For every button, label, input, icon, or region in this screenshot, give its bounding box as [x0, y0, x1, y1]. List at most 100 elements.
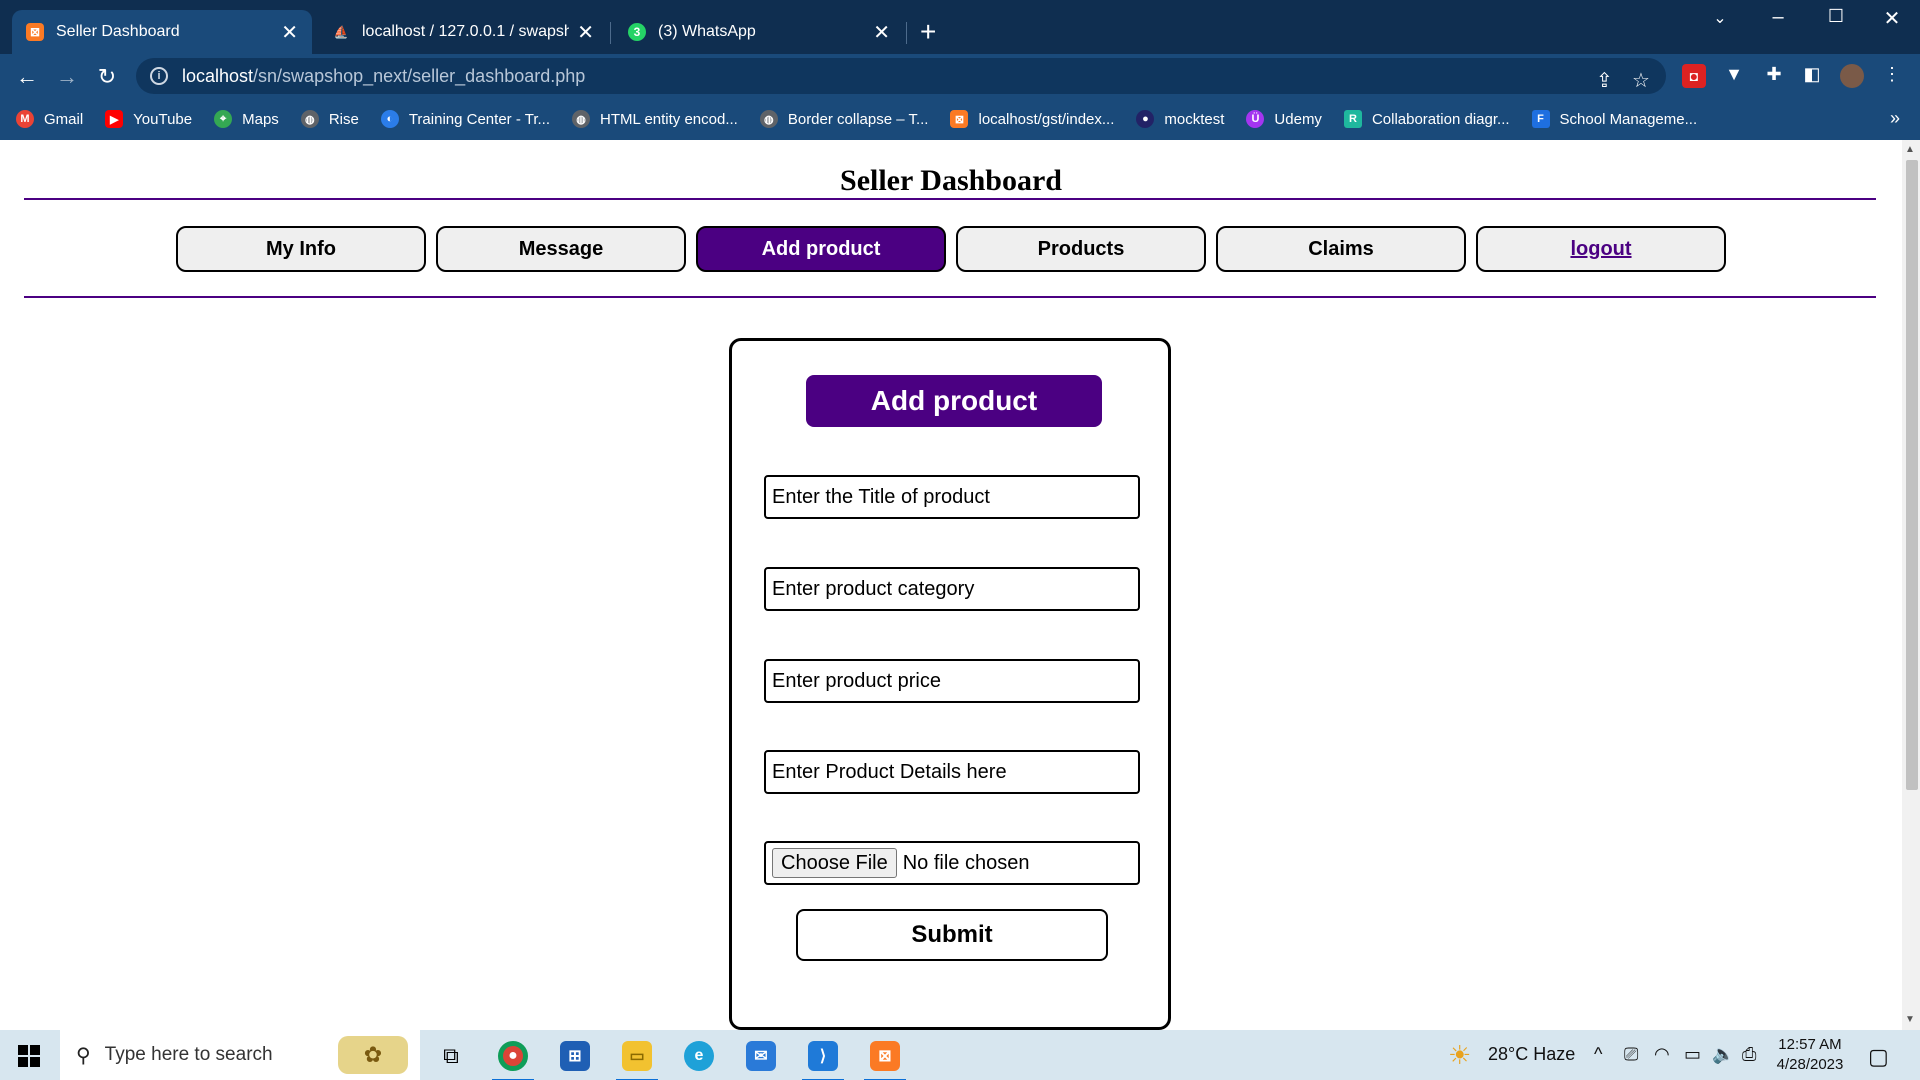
tab-seller-dashboard[interactable]: ⊠ Seller Dashboard ✕ — [12, 10, 312, 54]
nav-products-button[interactable]: Products — [956, 226, 1206, 272]
bookmark-label: Maps — [242, 110, 279, 128]
bookmark-label: Rise — [328, 110, 359, 128]
chevron-up-icon[interactable]: ^ — [1594, 1044, 1602, 1065]
page-content: Seller Dashboard My Info Message Add pro… — [0, 140, 1902, 1030]
divider — [24, 198, 1876, 200]
logout-link[interactable]: logout — [1570, 238, 1631, 261]
bookmark-border-collapse[interactable]: ◍ Border collapse – T... — [759, 110, 929, 128]
bookmark-youtube[interactable]: ▶ YouTube — [105, 110, 192, 128]
tab-divider — [610, 22, 611, 44]
choose-file-button[interactable]: Choose File — [772, 848, 897, 878]
add-product-form: Add product Choose File No file chosen S… — [729, 338, 1171, 1030]
tab-phpmyadmin[interactable]: ⛵ localhost / 127.0.0.1 / swapshop_ ✕ — [318, 10, 608, 54]
submit-button[interactable]: Submit — [796, 909, 1108, 961]
bookmark-collaboration[interactable]: R Collaboration diagr... — [1343, 110, 1510, 128]
back-icon[interactable]: ← — [12, 64, 42, 90]
mail-taskbar-icon[interactable]: ✉ — [736, 1036, 786, 1076]
nav-add-product-button[interactable]: Add product — [696, 226, 946, 272]
taskbar-search[interactable]: ⚲ Type here to search ✿ — [60, 1030, 420, 1080]
meet-now-icon[interactable]: ⎚ — [1624, 1044, 1638, 1065]
system-clock[interactable]: 12:57 AM 4/28/2023 — [1770, 1035, 1850, 1075]
product-image-file-input: Choose File No file chosen — [764, 841, 1140, 885]
scrollbar-thumb[interactable] — [1906, 160, 1918, 790]
mcafee-extension-icon[interactable]: ◘ — [1682, 64, 1706, 88]
scroll-down-icon[interactable]: ▼ — [1905, 1014, 1915, 1025]
notification-icon[interactable]: ▢ — [1868, 1044, 1889, 1070]
product-category-input[interactable] — [764, 567, 1140, 611]
bookmark-school-management[interactable]: F School Manageme... — [1531, 110, 1697, 128]
battery-icon[interactable]: ▭ — [1684, 1044, 1701, 1065]
bookmark-training-center[interactable]: ◐ Training Center - Tr... — [380, 110, 550, 128]
product-title-input[interactable] — [764, 475, 1140, 519]
nav-my-info-button[interactable]: My Info — [176, 226, 426, 272]
bookmark-label: Collaboration diagr... — [1371, 110, 1510, 128]
tab-whatsapp[interactable]: 3 (3) WhatsApp ✕ — [614, 10, 904, 54]
clock-time: 12:57 AM — [1778, 1036, 1842, 1053]
bookmark-maps[interactable]: ⌖ Maps — [214, 110, 279, 128]
product-price-input[interactable] — [764, 659, 1140, 703]
product-details-input[interactable] — [764, 750, 1140, 794]
nav-claims-button[interactable]: Claims — [1216, 226, 1466, 272]
file-status-text: No file chosen — [902, 851, 1030, 874]
bookmark-html-entity[interactable]: ◍ HTML entity encod... — [572, 110, 738, 128]
share-icon[interactable]: ⇪ — [1596, 68, 1613, 93]
volume-icon[interactable]: 🔈 — [1712, 1044, 1734, 1065]
forward-icon[interactable]: → — [52, 64, 82, 90]
bookmark-label: localhost/gst/index... — [978, 110, 1115, 128]
task-view-icon[interactable]: ⧉ — [426, 1036, 476, 1076]
close-icon[interactable]: ✕ — [577, 20, 594, 45]
bookmark-label: Border collapse – T... — [787, 110, 929, 128]
nav-logout-button[interactable]: logout — [1476, 226, 1726, 272]
youtube-icon: ▶ — [105, 110, 124, 128]
minimize-icon[interactable]: – — [1758, 6, 1798, 29]
edge-taskbar-icon[interactable]: e — [674, 1036, 724, 1076]
bookmark-localhost-gst[interactable]: ⊠ localhost/gst/index... — [950, 110, 1114, 128]
url-host: localhost — [182, 65, 254, 86]
maximize-icon[interactable]: ☐ — [1816, 6, 1856, 27]
search-placeholder: Type here to search — [104, 1044, 273, 1065]
tab-title: Seller Dashboard — [56, 23, 180, 40]
gmail-icon: M — [16, 110, 34, 128]
file-explorer-taskbar-icon[interactable]: ▭ — [612, 1036, 662, 1080]
bookmark-label: Gmail — [44, 110, 84, 128]
weather-sun-icon[interactable]: ☀ — [1448, 1040, 1471, 1071]
phpmyadmin-icon: ⛵ — [333, 25, 349, 39]
menu-kebab-icon[interactable]: ⋮ — [1880, 64, 1904, 88]
weather-text[interactable]: 28°C Haze — [1488, 1044, 1575, 1065]
bookmark-gmail[interactable]: M Gmail — [16, 110, 83, 128]
vscode-taskbar-icon[interactable]: ⟩ — [798, 1036, 848, 1080]
store-taskbar-icon[interactable]: ⊞ — [550, 1036, 600, 1076]
page-scrollbar[interactable]: ▲ ▼ — [1902, 140, 1920, 1030]
side-panel-icon[interactable]: ◧ — [1800, 64, 1824, 88]
language-icon[interactable]: ⎙ — [1742, 1044, 1756, 1065]
xampp-icon: ⊠ — [950, 110, 969, 128]
window-close-icon[interactable]: ✕ — [1872, 6, 1912, 31]
bookmark-star-icon[interactable]: ☆ — [1632, 68, 1650, 93]
tab-divider — [906, 22, 907, 44]
bookmark-label: Udemy — [1274, 110, 1322, 128]
site-info-icon[interactable]: i — [150, 67, 168, 85]
tab-search-icon[interactable]: ⌄ — [1700, 8, 1740, 28]
bookmark-udemy[interactable]: Ü Udemy — [1246, 110, 1322, 128]
address-bar[interactable]: i localhost/sn/swapshop_next/seller_dash… — [136, 58, 1666, 94]
vue-extension-icon[interactable]: ▼ — [1722, 64, 1746, 88]
mocktest-icon: ● — [1136, 110, 1155, 128]
windows-start-icon[interactable] — [18, 1045, 40, 1067]
chrome-taskbar-icon[interactable]: ● — [488, 1036, 538, 1080]
new-tab-icon[interactable]: + — [920, 16, 936, 48]
close-icon[interactable]: ✕ — [281, 20, 298, 45]
extensions-puzzle-icon[interactable]: ✚ — [1762, 64, 1786, 88]
profile-avatar[interactable] — [1840, 64, 1864, 88]
reload-icon[interactable]: ↻ — [92, 64, 122, 90]
browser-tabstrip: ⊠ Seller Dashboard ✕ ⛵ localhost / 127.0… — [0, 0, 1920, 54]
training-icon: ◐ — [380, 110, 399, 128]
close-icon[interactable]: ✕ — [873, 20, 890, 45]
nav-message-button[interactable]: Message — [436, 226, 686, 272]
bookmarks-overflow-icon[interactable]: » — [1890, 108, 1900, 129]
xampp-taskbar-icon[interactable]: ⊠ — [860, 1036, 910, 1080]
scroll-up-icon[interactable]: ▲ — [1905, 144, 1915, 155]
wifi-icon[interactable]: ◠ — [1654, 1044, 1670, 1065]
school-icon: F — [1531, 110, 1550, 128]
bookmark-mocktest[interactable]: ● mocktest — [1136, 110, 1224, 128]
bookmark-rise[interactable]: ◍ Rise — [300, 110, 359, 128]
